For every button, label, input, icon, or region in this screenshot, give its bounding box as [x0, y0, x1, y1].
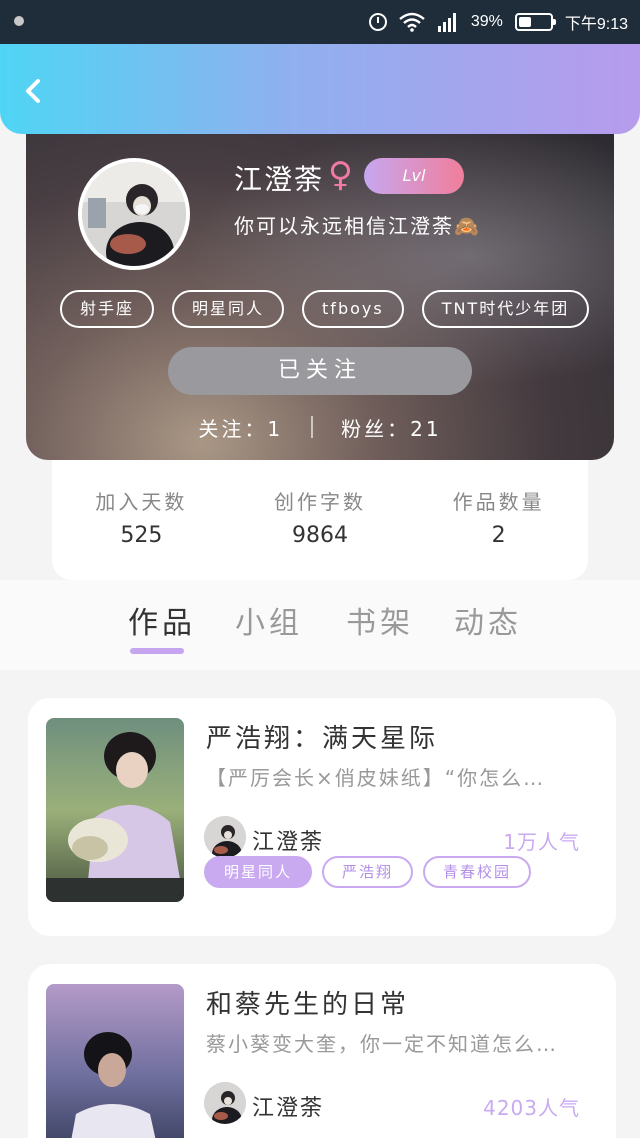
book-card[interactable]: 和蔡先生的日常 蔡小葵变大奎，你一定不知道怎么… 江澄荼 4203人气: [28, 964, 616, 1138]
book-tag[interactable]: 明星同人: [204, 856, 313, 888]
profile-card: 江澄荼 ♀ Lvl 你可以永远相信江澄荼🙈 射手座 明星同人 tfboys TN…: [26, 120, 614, 460]
wifi-icon: [399, 12, 425, 32]
username: 江澄荼: [234, 163, 325, 196]
stats-divider: [311, 416, 314, 438]
battery-percent: 39%: [470, 13, 503, 30]
author-avatar[interactable]: [204, 1082, 246, 1124]
book-title[interactable]: 和蔡先生的日常: [206, 984, 409, 1021]
author-avatar[interactable]: [204, 816, 246, 858]
stat-value: 2: [491, 523, 506, 548]
header-bar: [0, 44, 640, 134]
tab-groups[interactable]: 小组: [235, 598, 303, 642]
chevron-left-icon: [26, 79, 40, 103]
book-description: 【严厉会长×俏皮妹纸】“你怎么…: [206, 766, 546, 790]
level-badge: Lvl: [364, 158, 464, 194]
battery-icon: [514, 13, 556, 31]
tab-bar: 作品 小组 书架 动态: [0, 580, 640, 670]
tab-activity[interactable]: 动态: [454, 598, 522, 642]
signal-icon: [437, 12, 459, 32]
notification-dot-icon: [14, 16, 24, 26]
follow-button[interactable]: 已关注: [168, 347, 472, 395]
book-title[interactable]: 严浩翔：满天星际: [206, 718, 438, 755]
user-bio: 你可以永远相信江澄荼🙈: [234, 214, 481, 238]
user-numbers-card: 加入天数 525 创作字数 9864 作品数量 2: [52, 440, 588, 580]
stat-label: 作品数量: [452, 490, 545, 514]
stat-join-days: 加入天数 525: [52, 486, 231, 580]
stat-value: 525: [120, 523, 163, 548]
stat-word-count: 创作字数 9864: [231, 486, 410, 580]
status-bar: 39% 下午9:13: [0, 0, 640, 44]
profile-tag[interactable]: 明星同人: [172, 290, 285, 328]
profile-tag[interactable]: TNT时代少年团: [421, 290, 590, 328]
fans-count[interactable]: 粉丝：21: [341, 413, 441, 442]
author-name[interactable]: 江澄荼: [252, 1090, 324, 1122]
avatar[interactable]: [78, 158, 190, 270]
follow-stats: 关注：1 粉丝：21: [26, 410, 614, 444]
tab-bookshelf[interactable]: 书架: [346, 598, 414, 642]
book-cover[interactable]: [46, 984, 184, 1138]
tab-works[interactable]: 作品: [128, 598, 196, 642]
book-tags: 明星同人 严浩翔 青春校园: [204, 856, 532, 888]
stat-label: 创作字数: [274, 490, 366, 514]
status-icons: 39% 下午9:13: [368, 10, 628, 34]
book-tag[interactable]: 青春校园: [423, 856, 532, 888]
alarm-icon: [368, 13, 387, 31]
author-name[interactable]: 江澄荼: [252, 824, 324, 856]
stat-value: 9864: [292, 523, 348, 548]
book-cover[interactable]: [46, 718, 184, 902]
following-count[interactable]: 关注：1: [198, 413, 283, 442]
stat-label: 加入天数: [95, 490, 188, 514]
profile-tags: 射手座 明星同人 tfboys TNT时代少年团: [60, 290, 590, 328]
back-button[interactable]: [18, 76, 48, 106]
battery-level-fill: [518, 17, 531, 27]
profile-tag[interactable]: tfboys: [302, 290, 404, 328]
clock: 下午9:13: [564, 16, 628, 33]
book-card[interactable]: 严浩翔：满天星际 【严厉会长×俏皮妹纸】“你怎么… 江澄荼 1万人气 明星同人 …: [28, 698, 616, 936]
popularity-count: 4203人气: [483, 1096, 580, 1120]
book-description: 蔡小葵变大奎，你一定不知道怎么…: [206, 1032, 558, 1056]
stat-works-count: 作品数量 2: [409, 486, 588, 580]
active-tab-indicator: [130, 648, 184, 654]
book-tag[interactable]: 严浩翔: [322, 856, 414, 888]
popularity-count: 1万人气: [503, 830, 580, 854]
female-icon: ♀: [328, 155, 353, 195]
profile-tag[interactable]: 射手座: [60, 290, 155, 328]
